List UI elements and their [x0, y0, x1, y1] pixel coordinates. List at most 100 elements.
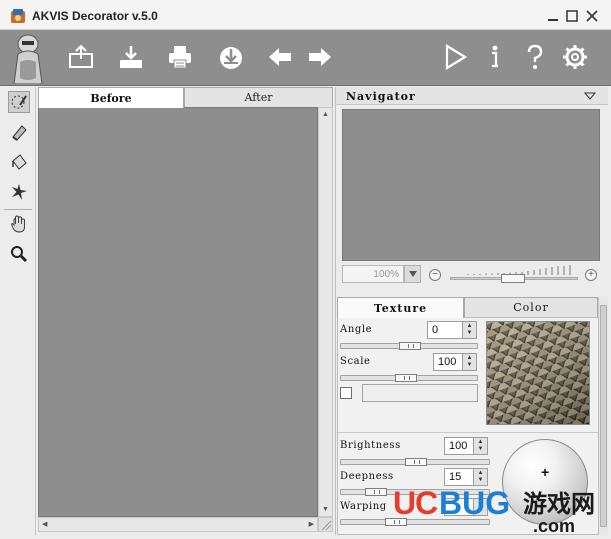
help-button[interactable] [520, 42, 550, 72]
pane-divider [336, 432, 598, 433]
angle-input[interactable]: 0 [427, 321, 463, 339]
deepness-slider-thumb[interactable] [365, 488, 387, 496]
scroll-right-arrow-icon[interactable]: ▶ [309, 521, 314, 528]
save-image-icon [120, 46, 142, 68]
help-icon [527, 44, 543, 69]
angle-slider[interactable] [340, 342, 478, 350]
tab-after-label: After [244, 91, 273, 104]
angle-slider-thumb[interactable] [399, 342, 421, 350]
minimize-icon [548, 19, 558, 21]
print-icon [169, 46, 191, 69]
publish-button[interactable] [216, 42, 246, 72]
brightness-input[interactable]: 100 [444, 437, 474, 455]
undo-arrow-icon [269, 48, 291, 66]
spin-up-icon[interactable]: ▲ [467, 355, 473, 362]
eraser-tool[interactable] [8, 121, 30, 143]
spin-down-icon[interactable]: ▼ [467, 330, 473, 337]
zoom-in-button[interactable]: + [585, 269, 597, 281]
zoom-dropdown-button[interactable] [404, 265, 421, 283]
angle-label: Angle [340, 324, 373, 335]
angle-spinner[interactable]: ▲ ▼ [463, 321, 477, 339]
publish-icon [220, 47, 242, 69]
canvas-horizontal-scrollbar[interactable]: ◀ ▶ [38, 517, 318, 532]
settings-button[interactable] [560, 42, 590, 72]
redo-button[interactable] [305, 42, 335, 72]
redo-arrow-icon [309, 48, 331, 66]
tool-column [0, 87, 36, 535]
canvas-vertical-scrollbar[interactable]: ▲ ▼ [318, 107, 333, 517]
save-image-button[interactable] [116, 42, 146, 72]
tab-color-label: Color [513, 301, 549, 314]
site-watermark-logo: U C BUG 游戏网 .com [393, 485, 595, 536]
print-button[interactable] [165, 42, 195, 72]
scale-spinner[interactable]: ▲ ▼ [463, 353, 477, 371]
tab-after[interactable]: After [184, 87, 333, 107]
warping-label: Warping [340, 501, 387, 512]
texture-checkbox[interactable] [340, 387, 352, 399]
undo-button[interactable] [265, 42, 295, 72]
resize-grip[interactable] [318, 517, 333, 532]
hand-tool[interactable] [8, 213, 30, 235]
scale-slider-thumb[interactable] [395, 374, 417, 382]
close-icon [586, 10, 598, 22]
scale-slider[interactable] [340, 374, 478, 382]
spin-up-icon[interactable]: ▲ [467, 323, 473, 330]
open-image-icon [69, 44, 93, 68]
tab-color[interactable]: Color [464, 297, 598, 317]
eraser-icon [12, 125, 27, 141]
brightness-spinner[interactable]: ▲ ▼ [474, 437, 488, 455]
scroll-up-arrow-icon[interactable]: ▲ [322, 111, 329, 118]
light-position-crosshair-icon[interactable]: + [541, 464, 549, 480]
bucket-icon [12, 154, 27, 170]
minimize-button[interactable] [545, 8, 561, 24]
spin-up-icon[interactable]: ▲ [478, 470, 484, 477]
main-toolbar [0, 30, 611, 86]
scale-input[interactable]: 100 [433, 353, 463, 371]
texture-preview[interactable] [486, 321, 590, 425]
window-title: AKVIS Decorator v.5.0 [32, 9, 158, 23]
spin-down-icon[interactable]: ▼ [467, 362, 473, 369]
zoom-tool[interactable] [8, 243, 30, 265]
parameter-tabs: Texture Color [336, 297, 608, 318]
scroll-left-arrow-icon[interactable]: ◀ [42, 521, 47, 528]
info-button[interactable] [480, 42, 510, 72]
maximize-button[interactable] [564, 8, 580, 24]
texture-pattern [487, 322, 589, 424]
settings-panel: Navigator 100% − + Texture Color Angle 0… [335, 87, 608, 535]
zoom-icon [11, 246, 28, 263]
tab-before[interactable]: Before [38, 87, 184, 108]
deepness-label: Deepness [340, 471, 394, 482]
close-button[interactable] [584, 8, 600, 24]
open-image-button[interactable] [66, 42, 96, 72]
magic-wand-tool[interactable] [8, 181, 30, 203]
navigator-preview[interactable] [342, 109, 600, 261]
texture-color-box[interactable] [362, 384, 478, 402]
watermark-brand-rest: BUG [439, 485, 510, 521]
zoom-out-button[interactable]: − [429, 269, 441, 281]
magic-wand-icon [12, 184, 27, 200]
tab-texture[interactable]: Texture [337, 297, 464, 318]
zoom-slider-thumb[interactable] [501, 274, 525, 283]
watermark-letter-c: C [415, 485, 438, 521]
zoom-slider[interactable] [450, 274, 578, 283]
selection-brush-tool[interactable] [8, 91, 30, 113]
watermark-letter-u: U [393, 485, 416, 521]
brightness-slider-thumb[interactable] [405, 458, 427, 466]
zoom-value-field[interactable]: 100% [342, 265, 404, 283]
settings-icon [563, 45, 587, 69]
spin-up-icon[interactable]: ▲ [478, 439, 484, 446]
collapse-caret-icon[interactable] [584, 92, 596, 100]
scroll-down-arrow-icon[interactable]: ▼ [322, 506, 329, 513]
scale-label: Scale [340, 356, 371, 367]
bucket-tool[interactable] [8, 151, 30, 173]
navigator-header[interactable]: Navigator [336, 87, 608, 105]
spin-down-icon[interactable]: ▼ [478, 446, 484, 453]
image-canvas[interactable] [38, 107, 318, 517]
zoom-in-glyph: + [588, 269, 594, 280]
mascot-icon [13, 34, 43, 84]
resize-grip-icon [321, 520, 332, 531]
tab-texture-label: Texture [373, 301, 428, 315]
brightness-slider[interactable] [340, 458, 490, 466]
run-button[interactable] [440, 42, 470, 72]
navigator-title: Navigator [346, 90, 416, 103]
